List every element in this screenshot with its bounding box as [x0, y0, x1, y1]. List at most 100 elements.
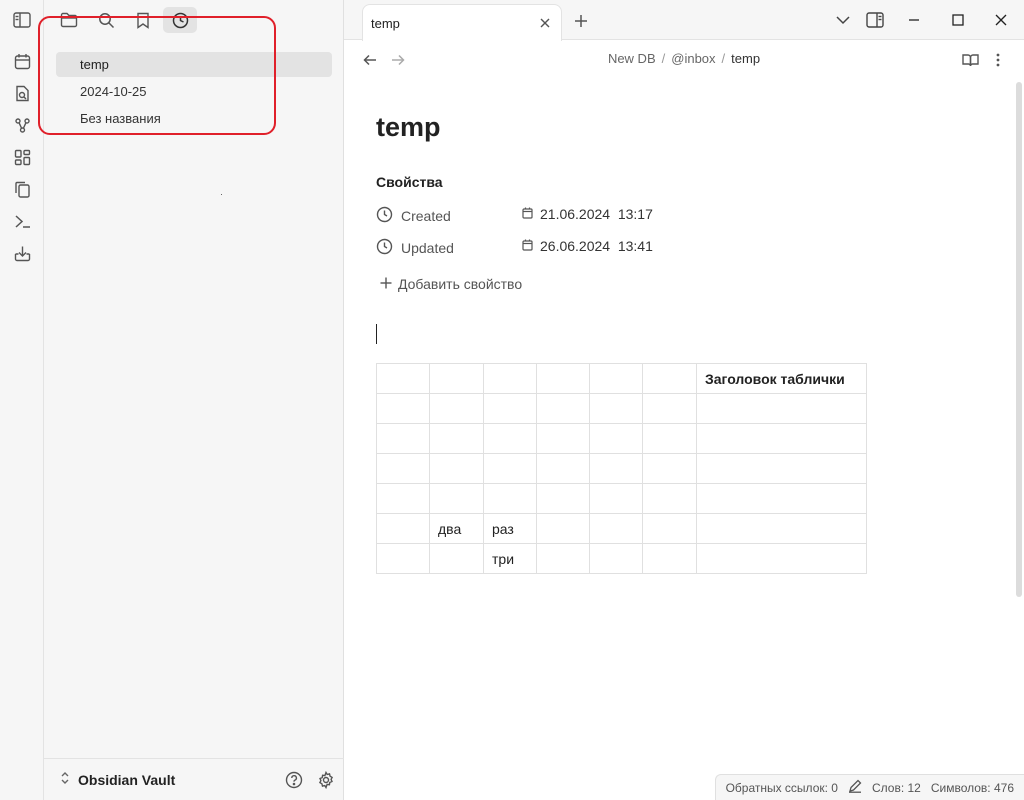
- calendar-icon[interactable]: [10, 49, 34, 73]
- stray-dot: [221, 194, 222, 195]
- plus-icon: [380, 276, 392, 292]
- reading-view-icon[interactable]: [960, 50, 980, 70]
- table-cell[interactable]: [536, 453, 590, 484]
- table-cell[interactable]: [376, 363, 430, 394]
- table-cell[interactable]: три: [483, 543, 537, 574]
- table-cell[interactable]: [376, 543, 430, 574]
- copy-icon[interactable]: [10, 177, 34, 201]
- canvas-icon[interactable]: [10, 145, 34, 169]
- property-value[interactable]: 26.06.2024 13:41: [522, 238, 653, 254]
- maximize-icon[interactable]: [945, 8, 971, 32]
- scrollbar[interactable]: [1016, 82, 1022, 597]
- close-icon[interactable]: [537, 15, 553, 31]
- property-key[interactable]: Created: [376, 206, 451, 226]
- clock-icon[interactable]: [163, 7, 197, 33]
- folder-icon[interactable]: [52, 7, 86, 33]
- table-cell[interactable]: [429, 543, 484, 574]
- note-content: temp Свойства Created 21.06.2024 13:17 U…: [376, 100, 976, 574]
- table-cell[interactable]: [376, 453, 430, 484]
- tab-temp[interactable]: temp: [362, 4, 562, 41]
- table-cell[interactable]: [376, 423, 430, 454]
- breadcrumb-item[interactable]: @inbox: [671, 51, 715, 66]
- note-title[interactable]: temp: [376, 100, 976, 156]
- properties-heading[interactable]: Свойства: [376, 174, 443, 190]
- chevron-updown-icon: [60, 771, 70, 790]
- bookmark-icon[interactable]: [126, 7, 160, 33]
- table-header-cell[interactable]: Заголовок таблички: [696, 363, 867, 394]
- table-cell[interactable]: [429, 363, 484, 394]
- table-cell[interactable]: [642, 483, 697, 514]
- pencil-icon[interactable]: [848, 779, 862, 796]
- table-cell[interactable]: два: [429, 513, 484, 544]
- table-cell[interactable]: [536, 543, 590, 574]
- table-cell[interactable]: [536, 423, 590, 454]
- table-cell[interactable]: [696, 513, 867, 544]
- table-cell[interactable]: [376, 393, 430, 424]
- table-cell[interactable]: [376, 513, 430, 544]
- property-value[interactable]: 21.06.2024 13:17: [522, 206, 653, 222]
- table-cell[interactable]: [696, 393, 867, 424]
- table-cell[interactable]: [429, 453, 484, 484]
- table-cell[interactable]: [589, 513, 643, 544]
- breadcrumb-item[interactable]: New DB: [608, 51, 656, 66]
- more-options-icon[interactable]: [988, 50, 1008, 70]
- table-cell[interactable]: раз: [483, 513, 537, 544]
- table-cell[interactable]: [483, 423, 537, 454]
- file-search-icon[interactable]: [10, 81, 34, 105]
- table-cell[interactable]: [483, 453, 537, 484]
- window-close-icon[interactable]: [988, 8, 1014, 32]
- table-row: [376, 483, 867, 514]
- search-icon[interactable]: [89, 7, 123, 33]
- import-icon[interactable]: [10, 241, 34, 265]
- table-cell[interactable]: [483, 393, 537, 424]
- table-cell[interactable]: [376, 483, 430, 514]
- table-cell[interactable]: [589, 393, 643, 424]
- table-cell[interactable]: [589, 453, 643, 484]
- table-cell[interactable]: [642, 363, 697, 394]
- table-cell[interactable]: [589, 483, 643, 514]
- table-cell[interactable]: [589, 543, 643, 574]
- table-cell[interactable]: [589, 423, 643, 454]
- recent-file-item[interactable]: 2024-10-25: [56, 79, 332, 104]
- gear-icon[interactable]: [314, 768, 338, 792]
- markdown-table[interactable]: Заголовок таблички два раз три: [376, 363, 867, 574]
- property-key[interactable]: Updated: [376, 238, 454, 258]
- table-cell[interactable]: [642, 393, 697, 424]
- minimize-icon[interactable]: [901, 8, 927, 32]
- table-cell[interactable]: [696, 483, 867, 514]
- recent-files-list: temp 2024-10-25 Без названия: [56, 52, 332, 133]
- graph-icon[interactable]: [10, 113, 34, 137]
- property-key-label: Created: [401, 208, 451, 224]
- table-cell[interactable]: [696, 453, 867, 484]
- table-cell[interactable]: [429, 423, 484, 454]
- table-cell[interactable]: [696, 543, 867, 574]
- table-cell[interactable]: [536, 363, 590, 394]
- vault-switcher[interactable]: Obsidian Vault: [60, 769, 175, 791]
- table-cell[interactable]: [536, 483, 590, 514]
- table-cell[interactable]: [642, 453, 697, 484]
- backlinks-count[interactable]: Обратных ссылок: 0: [726, 781, 838, 795]
- recent-file-item[interactable]: Без названия: [56, 106, 332, 131]
- terminal-icon[interactable]: [10, 209, 34, 233]
- breadcrumb-current[interactable]: temp: [731, 51, 760, 66]
- chevron-down-icon[interactable]: [830, 8, 856, 32]
- add-property-button[interactable]: Добавить свойство: [380, 276, 522, 292]
- table-cell[interactable]: [642, 513, 697, 544]
- table-cell[interactable]: [696, 423, 867, 454]
- table-cell[interactable]: [429, 393, 484, 424]
- table-cell[interactable]: [429, 483, 484, 514]
- table-cell[interactable]: [642, 423, 697, 454]
- right-sidebar-toggle-icon[interactable]: [862, 8, 888, 32]
- help-icon[interactable]: [282, 768, 306, 792]
- main-pane: temp New DB / @inbox / temp temp Свойств…: [344, 0, 1024, 800]
- sidebar-tab-bar: [44, 0, 344, 40]
- sidebar-toggle-icon[interactable]: [10, 8, 34, 32]
- table-cell[interactable]: [589, 363, 643, 394]
- table-cell[interactable]: [483, 363, 537, 394]
- table-cell[interactable]: [536, 513, 590, 544]
- table-cell[interactable]: [642, 543, 697, 574]
- plus-icon[interactable]: [570, 10, 592, 32]
- table-cell[interactable]: [536, 393, 590, 424]
- recent-file-item[interactable]: temp: [56, 52, 332, 77]
- table-cell[interactable]: [483, 483, 537, 514]
